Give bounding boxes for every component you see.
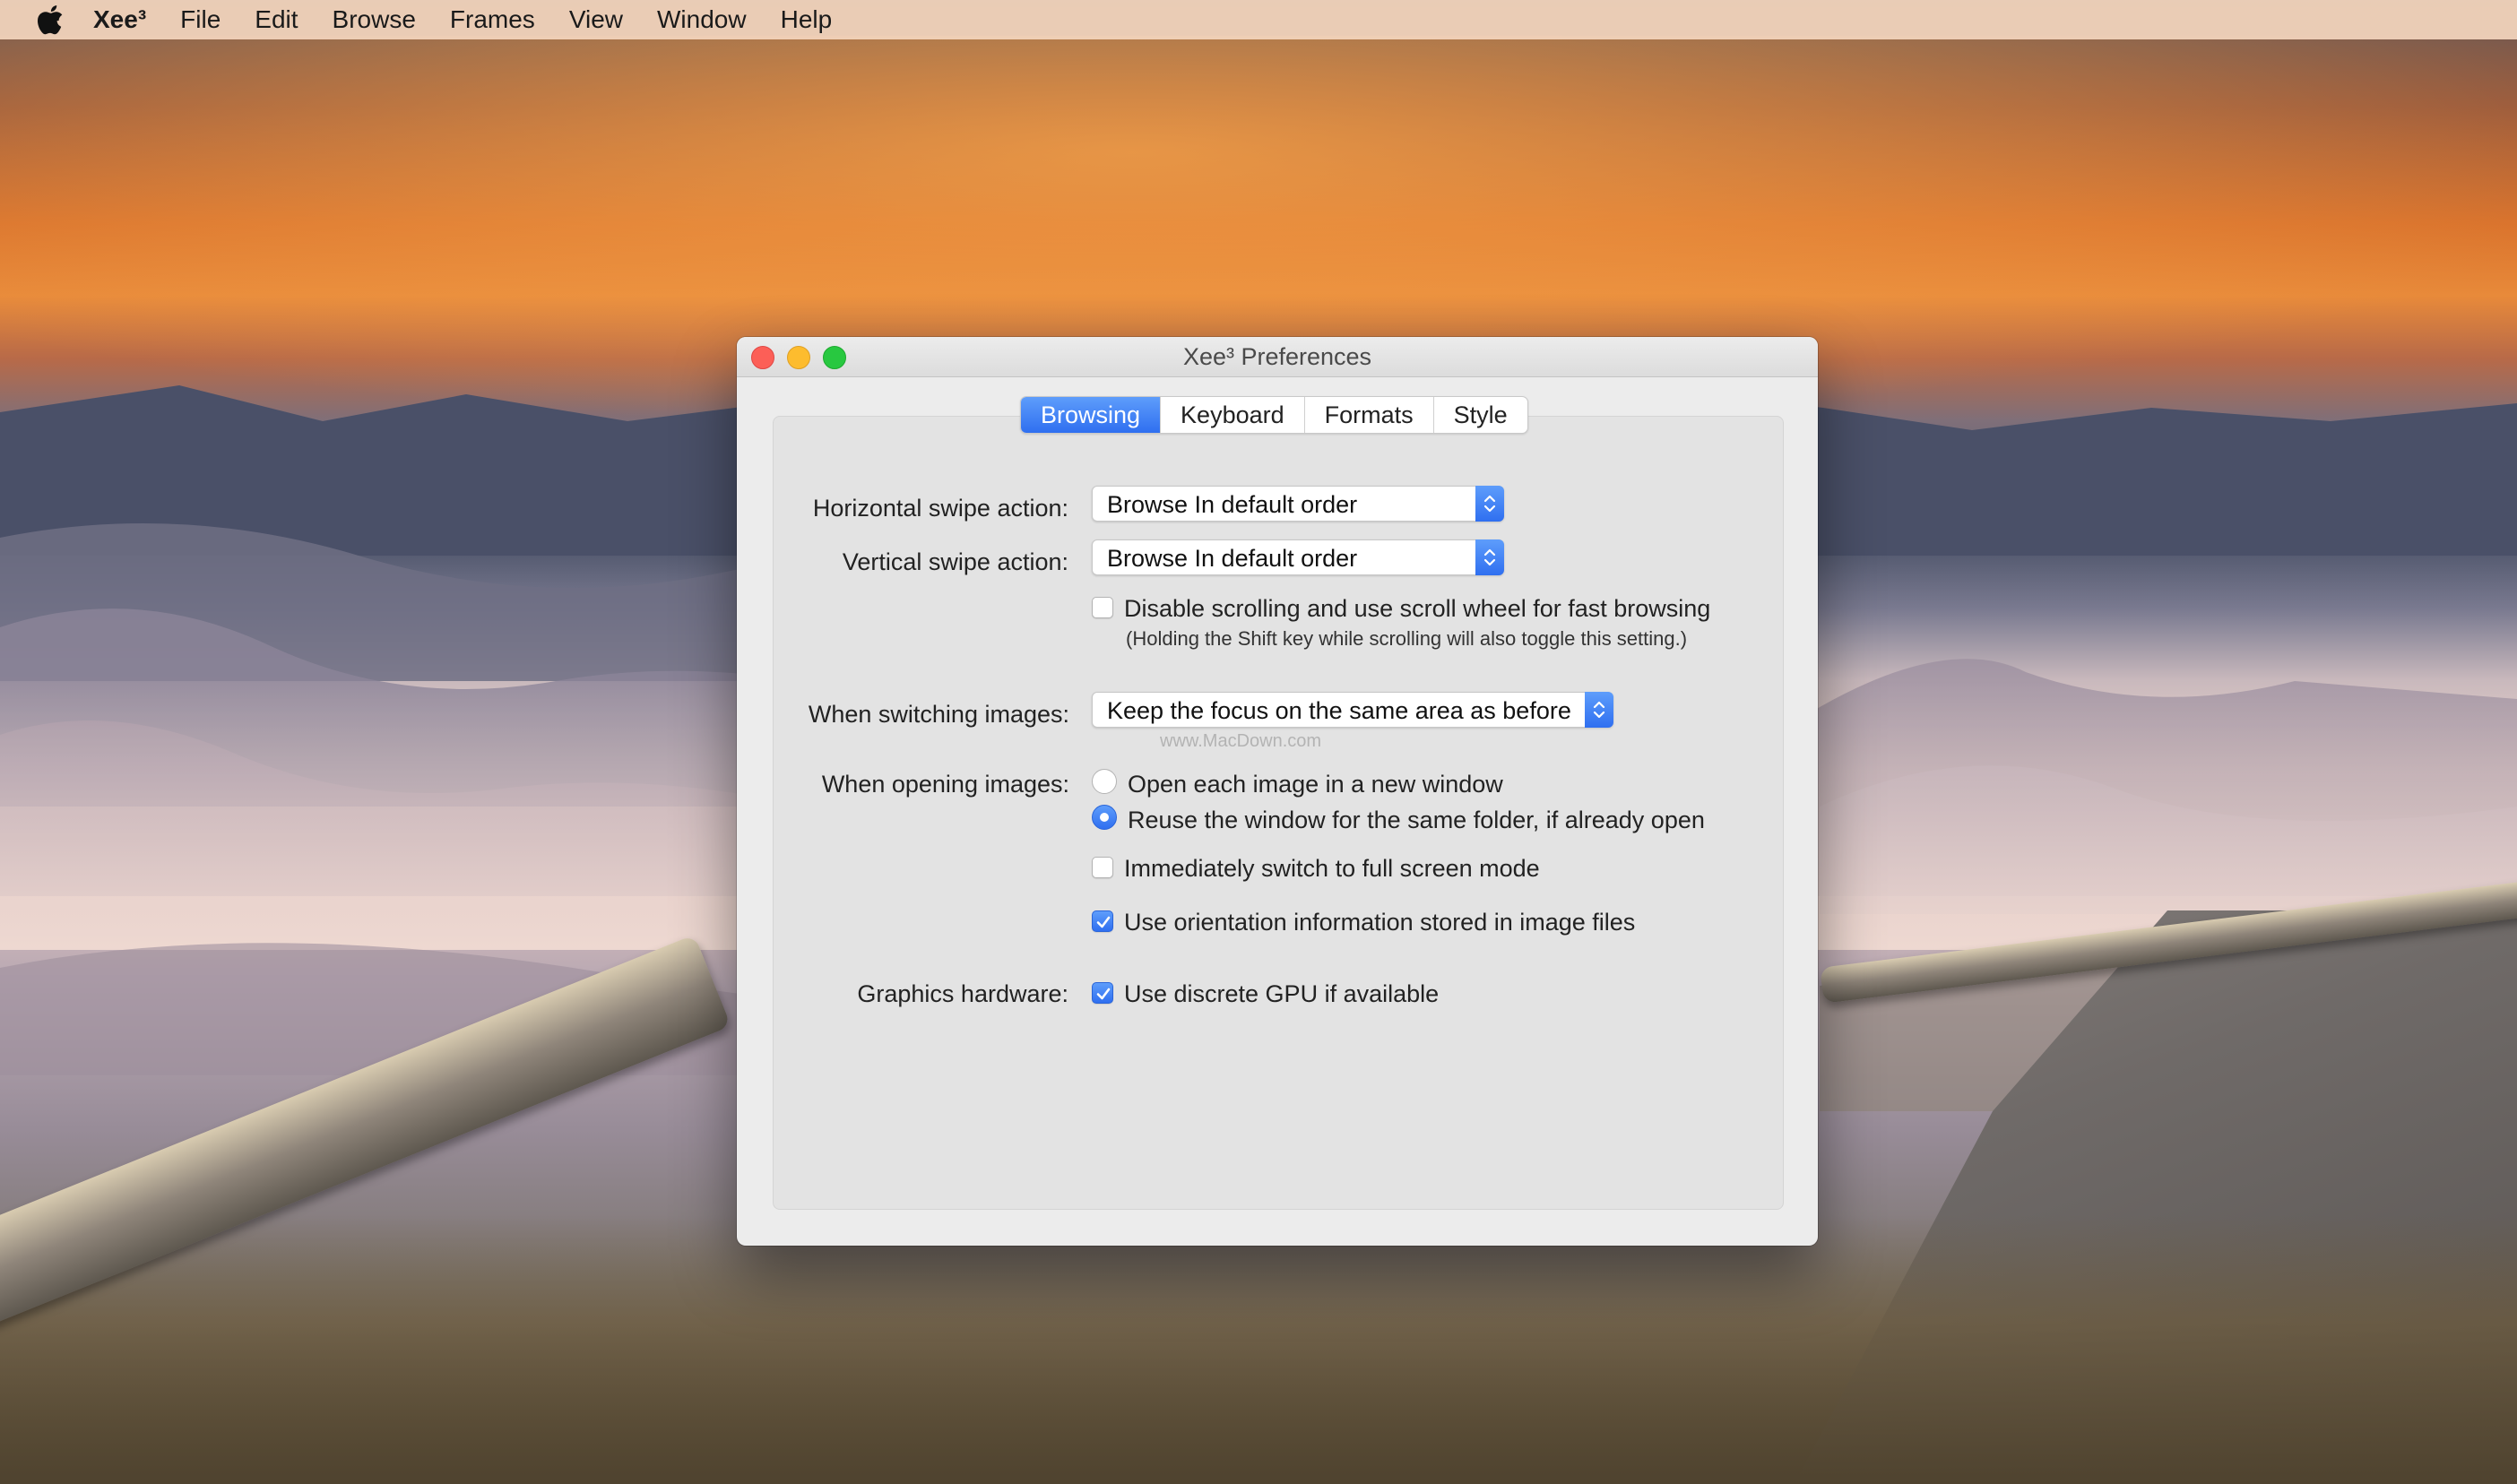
menu-app-name[interactable]: Xee³: [93, 5, 146, 34]
watermark-text: www.MacDown.com: [1160, 731, 1322, 751]
menu-bar: Xee³ File Edit Browse Frames View Window…: [0, 0, 2517, 39]
switching-images-popup[interactable]: Keep the focus on the same area as befor…: [1092, 692, 1613, 728]
tab-browsing[interactable]: Browsing: [1021, 397, 1162, 433]
menu-browse[interactable]: Browse: [333, 5, 416, 34]
popup-chevron-icon: [1475, 486, 1504, 522]
tab-style[interactable]: Style: [1434, 397, 1527, 433]
tab-keyboard[interactable]: Keyboard: [1161, 397, 1305, 433]
window-title: Xee³ Preferences: [1182, 343, 1372, 370]
checkmark-icon: [1096, 988, 1111, 1000]
disable-scrolling-note: (Holding the Shift key while scrolling w…: [1126, 627, 1688, 650]
radio-reuse-window[interactable]: [1092, 805, 1117, 830]
menu-edit[interactable]: Edit: [255, 5, 298, 34]
menu-frames[interactable]: Frames: [450, 5, 535, 34]
opening-images-label: When opening images:: [821, 771, 1069, 798]
preferences-tabs: Browsing Keyboard Formats Style: [1020, 396, 1528, 434]
checkmark-icon: [1096, 916, 1111, 928]
radio-open-new-window-label: Open each image in a new window: [1128, 771, 1503, 798]
orientation-label: Use orientation information stored in im…: [1124, 909, 1636, 936]
vertical-swipe-value: Browse In default order: [1107, 545, 1358, 572]
popup-chevron-icon: [1585, 692, 1613, 728]
horizontal-swipe-popup[interactable]: Browse In default order: [1092, 486, 1504, 522]
orientation-checkbox[interactable]: [1092, 910, 1113, 932]
full-screen-checkbox[interactable]: [1092, 857, 1113, 878]
disable-scrolling-label: Disable scrolling and use scroll wheel f…: [1124, 595, 1711, 622]
tab-formats[interactable]: Formats: [1305, 397, 1434, 433]
graphics-hardware-label: Graphics hardware:: [857, 980, 1068, 1007]
radio-open-new-window[interactable]: [1092, 769, 1117, 794]
horizontal-swipe-value: Browse In default order: [1107, 491, 1358, 518]
menu-file[interactable]: File: [180, 5, 221, 34]
apple-logo-icon[interactable]: [25, 4, 75, 35]
menu-window[interactable]: Window: [657, 5, 747, 34]
discrete-gpu-label: Use discrete GPU if available: [1124, 980, 1440, 1007]
discrete-gpu-checkbox[interactable]: [1092, 982, 1113, 1004]
vertical-swipe-label: Vertical swipe action:: [842, 548, 1068, 575]
horizontal-swipe-label: Horizontal swipe action:: [812, 495, 1068, 522]
full-screen-label: Immediately switch to full screen mode: [1124, 855, 1540, 882]
wallpaper-grass: [0, 1215, 2517, 1484]
disable-scrolling-checkbox[interactable]: [1092, 597, 1113, 618]
window-titlebar[interactable]: Xee³ Preferences: [737, 337, 1818, 377]
radio-reuse-window-label: Reuse the window for the same folder, if…: [1128, 807, 1705, 833]
switching-images-value: Keep the focus on the same area as befor…: [1107, 697, 1571, 724]
vertical-swipe-popup[interactable]: Browse In default order: [1092, 539, 1504, 575]
menu-help[interactable]: Help: [781, 5, 833, 34]
popup-chevron-icon: [1475, 539, 1504, 575]
switching-images-label: When switching images:: [808, 701, 1069, 728]
menu-view[interactable]: View: [569, 5, 623, 34]
preferences-window: Xee³ Preferences Browsing Keyboard Forma…: [737, 337, 1818, 1246]
